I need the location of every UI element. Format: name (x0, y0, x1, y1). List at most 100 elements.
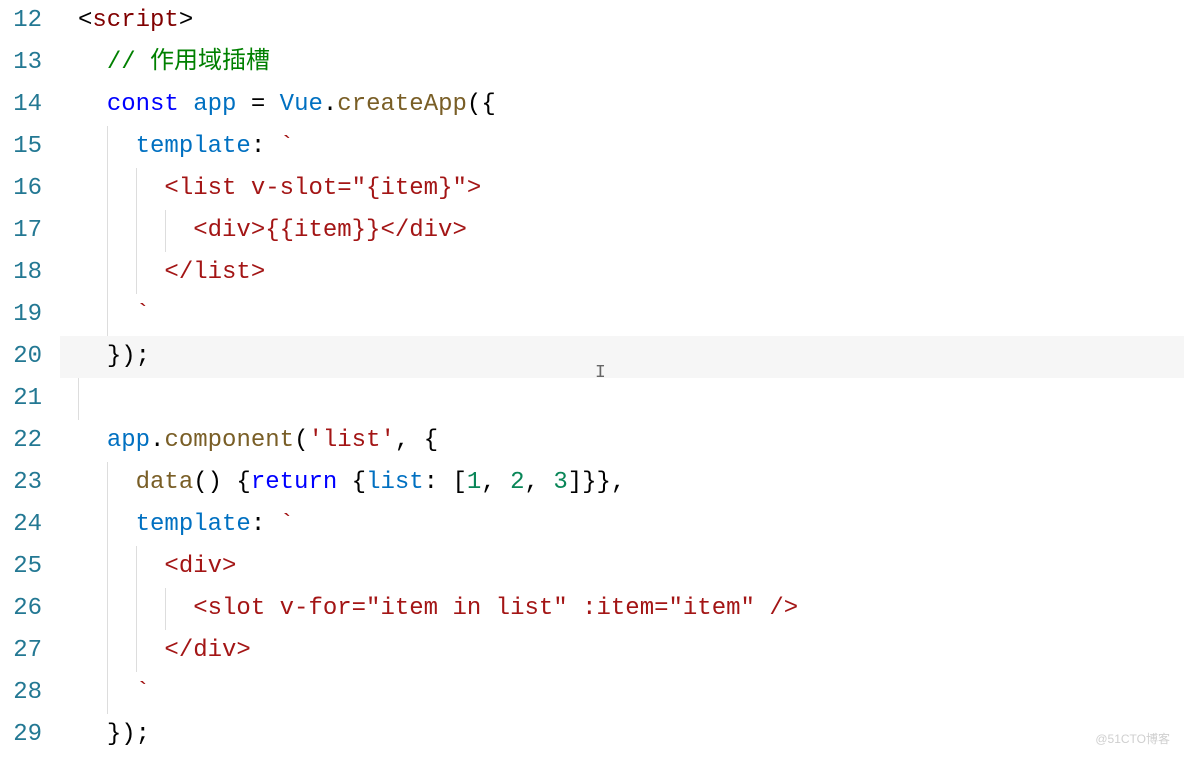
code-text: }); (60, 721, 150, 748)
indent-guide (107, 294, 108, 336)
token: app (193, 91, 236, 118)
code-text: template: ` (60, 511, 294, 538)
token: , (481, 469, 510, 496)
indent-guide (136, 252, 137, 294)
line-number-gutter: 121314151617181920212223242526272829 (0, 0, 60, 756)
indent-guide (78, 378, 79, 420)
line-number: 29 (0, 714, 42, 756)
token: ` (136, 301, 150, 328)
code-line[interactable]: app.component('list', { (60, 420, 1184, 462)
code-line[interactable]: data() {return {list: [1, 2, 3]}}, (60, 462, 1184, 504)
indent-guide (136, 210, 137, 252)
line-number: 24 (0, 504, 42, 546)
code-text: }); (60, 343, 150, 370)
code-line[interactable]: ` (60, 294, 1184, 336)
code-line[interactable]: ` (60, 672, 1184, 714)
code-line[interactable] (60, 378, 1184, 420)
token: 3 (553, 469, 567, 496)
token: () { (193, 469, 251, 496)
token: <div> (164, 553, 236, 580)
token: : (251, 511, 280, 538)
indent-guide (136, 546, 137, 588)
token: ` (280, 511, 294, 538)
code-line[interactable]: const app = Vue.createApp({ (60, 84, 1184, 126)
code-line[interactable]: }); (60, 336, 1184, 378)
token: // 作用域插槽 (107, 49, 270, 76)
code-line[interactable]: <script> (60, 0, 1184, 42)
indent-guide (107, 588, 108, 630)
token: 2 (510, 469, 524, 496)
token: }); (107, 343, 150, 370)
token: . (150, 427, 164, 454)
line-number: 22 (0, 420, 42, 462)
token: </div> (164, 637, 250, 664)
line-number: 27 (0, 630, 42, 672)
code-line[interactable]: }); (60, 714, 1184, 756)
code-editor[interactable]: 121314151617181920212223242526272829 <sc… (0, 0, 1184, 756)
line-number: 28 (0, 672, 42, 714)
indent-guide (107, 546, 108, 588)
code-text: </div> (60, 637, 251, 664)
token: <list v-slot="{item}"> (164, 175, 481, 202)
code-line[interactable]: <div> (60, 546, 1184, 588)
token: template (136, 133, 251, 160)
token: 'list' (308, 427, 394, 454)
token: data (136, 469, 194, 496)
line-number: 20 (0, 336, 42, 378)
code-text: <script> (60, 7, 193, 34)
line-number: 17 (0, 210, 42, 252)
line-number: 14 (0, 84, 42, 126)
token: template (136, 511, 251, 538)
token: , (525, 469, 554, 496)
code-line[interactable]: </div> (60, 630, 1184, 672)
token: Vue (280, 91, 323, 118)
token: , { (395, 427, 438, 454)
line-number: 13 (0, 42, 42, 84)
token: ` (136, 679, 150, 706)
indent-guide (165, 210, 166, 252)
indent-guide (107, 462, 108, 504)
code-line[interactable]: <slot v-for="item in list" :item="item" … (60, 588, 1184, 630)
code-line[interactable]: <list v-slot="{item}"> (60, 168, 1184, 210)
code-line[interactable]: template: ` (60, 504, 1184, 546)
token: script (92, 7, 178, 34)
token: </list> (164, 259, 265, 286)
indent-guide (107, 630, 108, 672)
token: ( (294, 427, 308, 454)
code-line[interactable]: // 作用域插槽 (60, 42, 1184, 84)
token: : [ (424, 469, 467, 496)
line-number: 15 (0, 126, 42, 168)
code-text: <div> (60, 553, 236, 580)
indent-guide (107, 126, 108, 168)
token: const (107, 91, 179, 118)
token: = (236, 91, 279, 118)
indent-guide (107, 252, 108, 294)
line-number: 25 (0, 546, 42, 588)
line-number: 19 (0, 294, 42, 336)
indent-guide (136, 588, 137, 630)
indent-guide (107, 672, 108, 714)
line-number: 21 (0, 378, 42, 420)
code-line[interactable]: </list> (60, 252, 1184, 294)
line-number: 18 (0, 252, 42, 294)
token: ]}}, (568, 469, 626, 496)
token: . (323, 91, 337, 118)
token: ` (280, 133, 294, 160)
code-text: </list> (60, 259, 265, 286)
code-text: <list v-slot="{item}"> (60, 175, 481, 202)
token: ({ (467, 91, 496, 118)
code-line[interactable]: <div>{{item}}</div> (60, 210, 1184, 252)
token: 1 (467, 469, 481, 496)
code-line[interactable]: template: ` (60, 126, 1184, 168)
code-text: <slot v-for="item in list" :item="item" … (60, 595, 798, 622)
line-number: 12 (0, 0, 42, 42)
code-area[interactable]: <script> // 作用域插槽 const app = Vue.create… (60, 0, 1184, 756)
line-number: 16 (0, 168, 42, 210)
code-text: ` (60, 679, 150, 706)
token: : (251, 133, 280, 160)
token: return (251, 469, 337, 496)
code-text (60, 385, 78, 412)
indent-guide (107, 210, 108, 252)
line-number: 23 (0, 462, 42, 504)
token: <div>{{item}}</div> (193, 217, 467, 244)
